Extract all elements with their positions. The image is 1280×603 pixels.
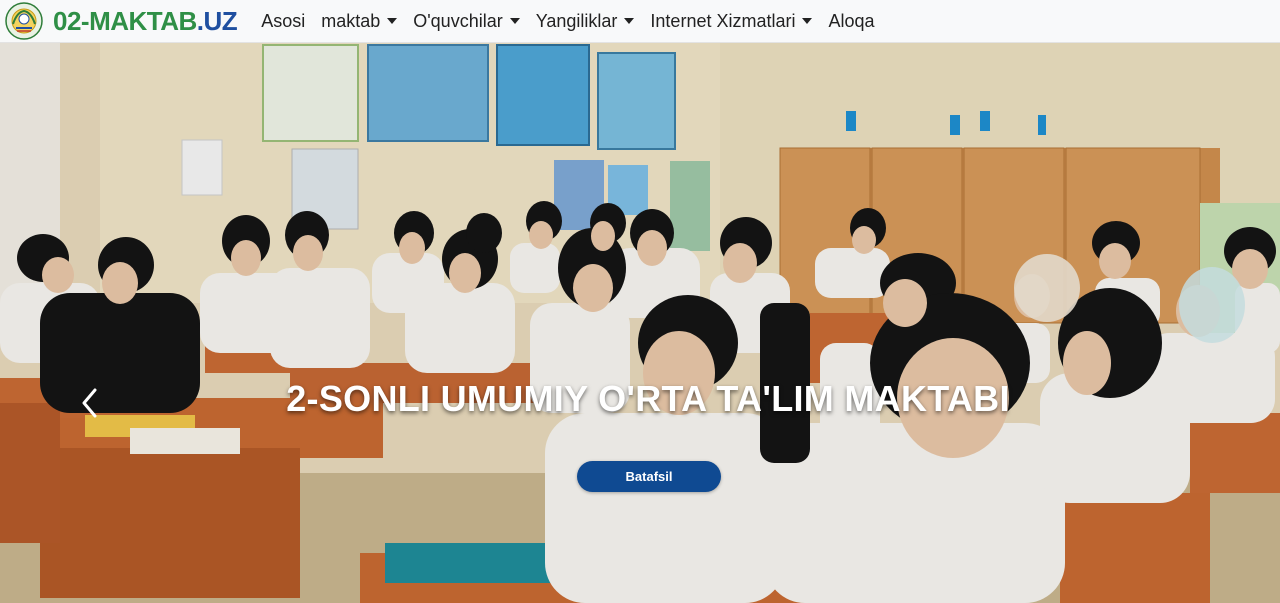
nav-item-yangiliklar[interactable]: Yangiliklar <box>528 11 643 32</box>
brand-tld-text: .UZ <box>196 6 238 36</box>
nav-item-label: maktab <box>321 10 381 31</box>
classroom-photo <box>0 43 1280 603</box>
nav-item-aloqa[interactable]: Aloqa <box>820 11 882 32</box>
hero-caption: 2-SONLI UMUMIY O'RTA TA'LIM MAKTABI <box>286 378 1010 419</box>
nav-item-internet-xizmatlari[interactable]: Internet Xizmatlari <box>642 11 820 32</box>
nav-item-label: Yangiliklar <box>535 10 618 31</box>
caret-down-icon <box>387 18 398 24</box>
nav-item-label: Internet Xizmatlari <box>650 10 796 31</box>
nav-item-maktab[interactable]: maktab <box>313 11 405 32</box>
main-nav: Asosi maktab O'quvchilar Yangiliklar Int… <box>253 11 882 32</box>
uzbekistan-emblem-icon <box>5 2 43 40</box>
hero-carousel: 2-SONLI UMUMIY O'RTA TA'LIM MAKTABI Bata… <box>0 43 1280 603</box>
nav-item-oquvchilar[interactable]: O'quvchilar <box>405 11 527 32</box>
caret-down-icon <box>509 18 520 24</box>
brand-link[interactable]: 02-MAKTAB.UZ <box>5 2 238 40</box>
nav-item-asosi[interactable]: Asosi <box>253 11 313 32</box>
nav-item-label: O'quvchilar <box>413 10 503 31</box>
caret-down-icon <box>802 18 813 24</box>
caret-down-icon <box>624 18 635 24</box>
nav-item-label: Asosi <box>261 10 306 31</box>
brand-main-text: 02-MAKTAB <box>53 6 197 36</box>
batafsil-button[interactable]: Batafsil <box>577 461 721 492</box>
nav-item-label: Aloqa <box>828 10 875 31</box>
brand-name: 02-MAKTAB.UZ <box>53 6 238 36</box>
navbar: 02-MAKTAB.UZ Asosi maktab O'quvchilar Ya… <box>0 0 1280 43</box>
